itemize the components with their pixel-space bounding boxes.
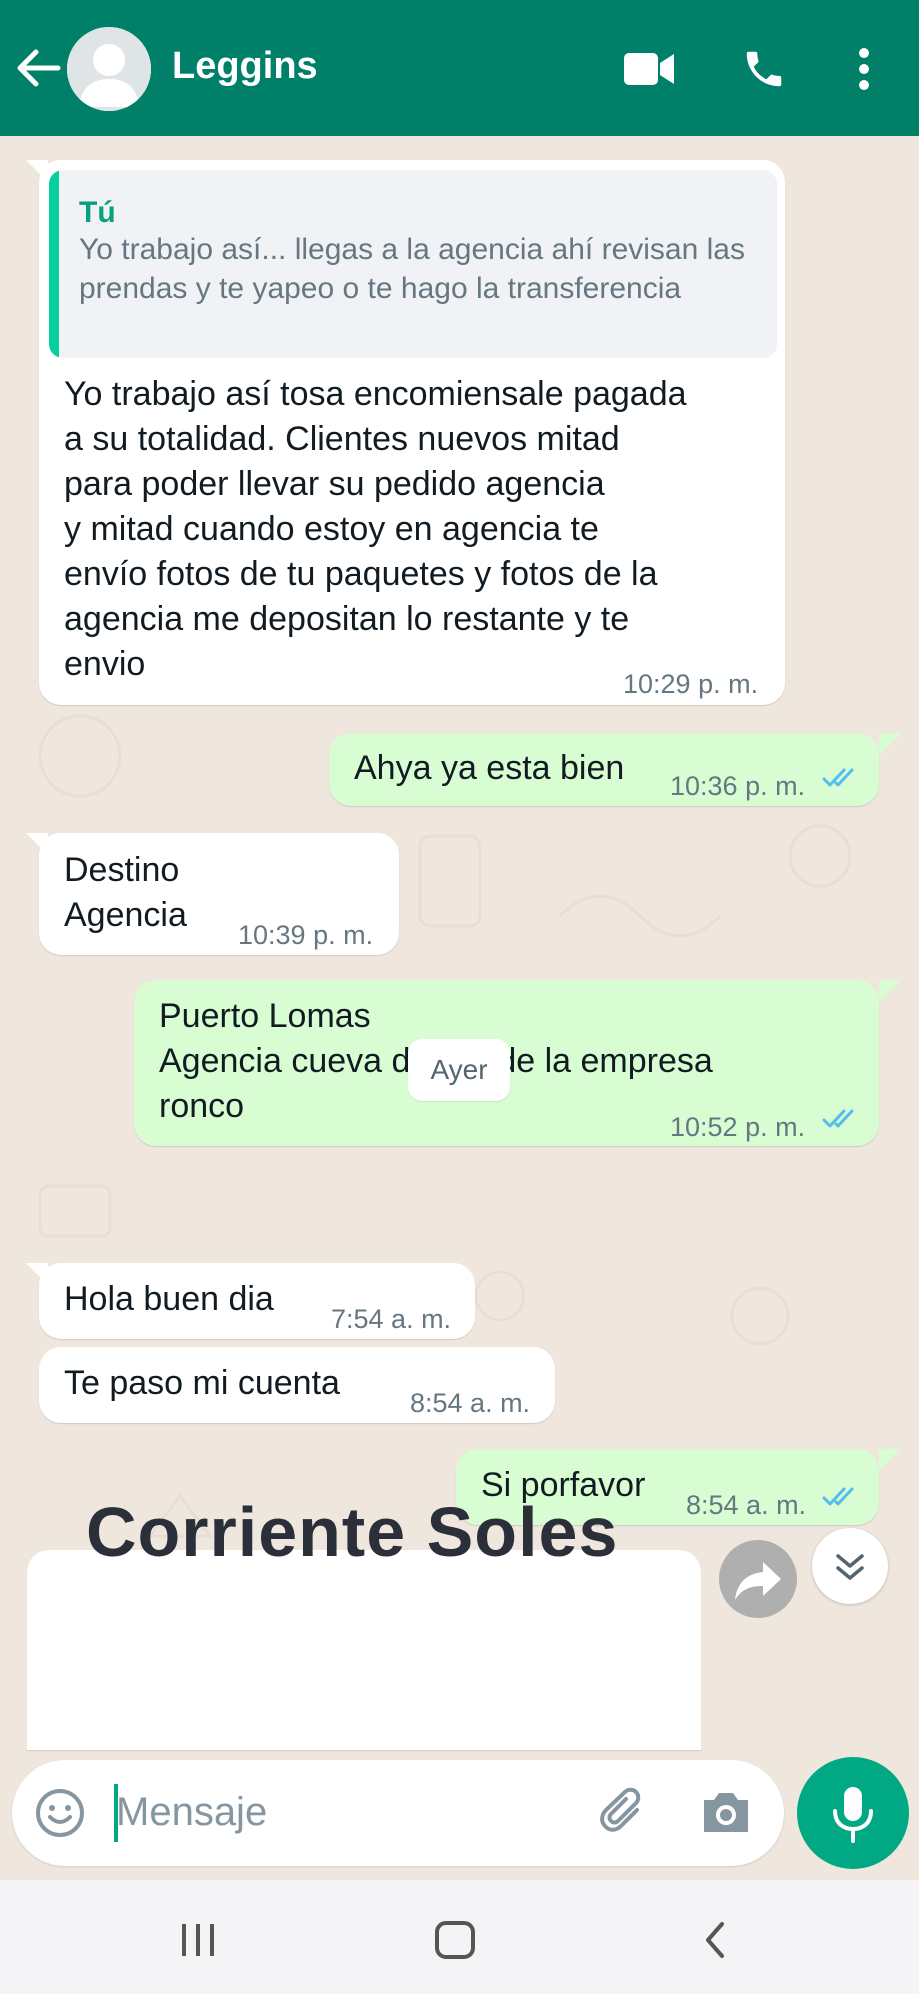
bubble-tail: [26, 833, 48, 855]
message-time: 8:54 a. m.: [410, 1388, 531, 1418]
emoji-icon: [36, 1789, 84, 1837]
recent-apps-icon: [182, 1924, 214, 1956]
message-bubble-incoming[interactable]: Hola buen dia 7:54 a. m.: [39, 1263, 475, 1339]
scroll-to-bottom-button[interactable]: [812, 1528, 888, 1604]
forward-arrow-icon: [735, 1562, 781, 1600]
message-text: Destino Agencia: [64, 851, 187, 934]
home-button[interactable]: [433, 1920, 477, 1965]
message-time: 10:29 p. m.: [623, 669, 759, 699]
phone-icon: [746, 51, 782, 87]
message-time: 8:54 a. m.: [686, 1490, 807, 1520]
chat-header: Leggins: [0, 0, 919, 136]
message-bubble-incoming[interactable]: Tú Yo trabajo así... llegas a la agencia…: [39, 160, 785, 705]
more-vertical-icon: [859, 48, 869, 90]
message-bubble-incoming[interactable]: Destino Agencia 10:39 p. m.: [39, 833, 399, 955]
more-options-button[interactable]: [857, 48, 871, 95]
quote-text: Yo trabajo así... llegas a la agencia ah…: [79, 233, 745, 305]
message-input[interactable]: [116, 1782, 576, 1842]
video-camera-icon: [624, 53, 674, 85]
double-check-icon: [822, 1487, 854, 1506]
bubble-tail: [26, 1263, 48, 1285]
message-time: 10:52 p. m.: [670, 1112, 806, 1142]
chevron-left-icon: [706, 1922, 724, 1958]
default-avatar-icon: [67, 27, 151, 111]
document-message-bubble[interactable]: [27, 1550, 701, 1750]
microphone-icon: [833, 1787, 873, 1843]
message-time: 10:39 p. m.: [238, 920, 374, 950]
paperclip-icon: [600, 1787, 641, 1832]
video-call-button[interactable]: [624, 50, 676, 93]
recent-apps-button[interactable]: [178, 1922, 218, 1963]
camera-icon: [704, 1793, 748, 1832]
bubble-tail: [879, 733, 901, 755]
bubble-tail: [879, 980, 901, 1002]
message-time: 10:36 p. m.: [670, 771, 806, 801]
message-time: 7:54 a. m.: [331, 1304, 452, 1334]
arrow-left-icon: [17, 49, 61, 87]
message-bubble-outgoing[interactable]: Ahya ya esta bien 10:36 p. m.: [329, 733, 879, 806]
quote-accent-bar: [49, 170, 59, 358]
double-chevron-down-icon: [836, 1554, 864, 1580]
date-separator: Ayer: [408, 1039, 510, 1101]
contact-name[interactable]: Leggins: [172, 45, 318, 88]
message-text: Te paso mi cuenta: [64, 1364, 340, 1402]
back-button[interactable]: [14, 40, 64, 96]
document-preview-text: Corriente Soles: [86, 1493, 619, 1571]
message-bubble-incoming[interactable]: Te paso mi cuenta 8:54 a. m.: [39, 1347, 555, 1423]
system-nav-bar: [0, 1880, 919, 1994]
home-icon: [435, 1921, 475, 1959]
avatar[interactable]: [67, 27, 151, 111]
back-nav-button[interactable]: [700, 1920, 730, 1965]
forward-button[interactable]: [719, 1540, 797, 1618]
message-text: Hola buen dia: [64, 1280, 274, 1318]
voice-call-button[interactable]: [741, 46, 787, 97]
message-composer: [12, 1760, 784, 1866]
double-check-icon: [822, 768, 854, 787]
message-text: Yo trabajo así tosa encomiensale pagada …: [64, 375, 687, 683]
bubble-tail: [26, 160, 48, 182]
attach-button[interactable]: [597, 1784, 653, 1845]
camera-button[interactable]: [700, 1788, 752, 1841]
emoji-button[interactable]: [34, 1787, 86, 1844]
voice-message-button[interactable]: [797, 1757, 909, 1869]
message-text: Ahya ya esta bien: [354, 749, 625, 787]
bubble-tail: [879, 1449, 901, 1471]
quoted-message[interactable]: Tú Yo trabajo así... llegas a la agencia…: [49, 170, 777, 358]
quote-author: Tú: [79, 196, 116, 229]
double-check-icon: [822, 1109, 854, 1128]
